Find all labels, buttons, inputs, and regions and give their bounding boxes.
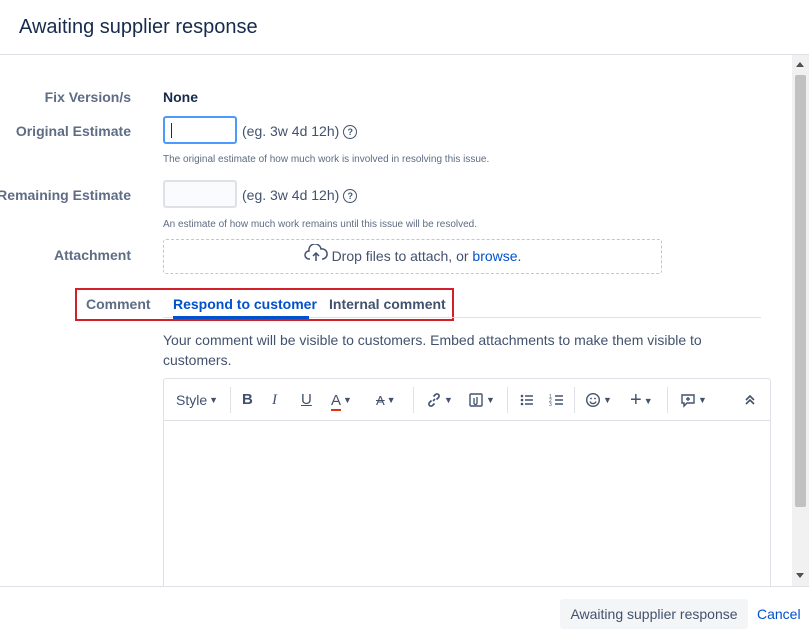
- fix-version-label: Fix Version/s: [44, 89, 131, 105]
- chevron-down-icon: ▼: [603, 395, 612, 405]
- attachment-label: Attachment: [53, 247, 131, 263]
- scrollbar[interactable]: [792, 55, 809, 586]
- numbered-list-icon[interactable]: 123: [549, 389, 565, 411]
- remaining-estimate-input[interactable]: [163, 180, 237, 208]
- upload-cloud-icon: [303, 241, 328, 274]
- dialog-content: Fix Version/s None Original Estimate (eg…: [0, 55, 792, 586]
- active-tab-indicator: [173, 316, 309, 319]
- chevron-down-icon: ▼: [486, 395, 495, 405]
- insert-icon[interactable]: + ▼: [630, 389, 653, 411]
- bullet-list-icon[interactable]: [519, 389, 535, 411]
- original-estimate-input[interactable]: [163, 116, 237, 144]
- chevron-down-icon: ▼: [343, 395, 352, 405]
- chevron-down-icon: ▼: [698, 395, 707, 405]
- comment-macro-icon[interactable]: ▼: [680, 389, 707, 411]
- chevron-down-icon: ▼: [643, 396, 653, 406]
- fix-version-value: None: [163, 89, 198, 105]
- editor-toolbar: Style ▼ B I U A ▼ A ▼ ▼ ▼ 123 ▼ + ▼ ▼: [164, 379, 770, 421]
- chevron-down-icon: ▼: [209, 395, 219, 405]
- original-estimate-hint: (eg. 3w 4d 12h)?: [242, 123, 358, 139]
- italic-icon[interactable]: I: [272, 389, 277, 411]
- style-dropdown[interactable]: Style ▼: [176, 389, 218, 411]
- help-icon[interactable]: ?: [343, 125, 358, 139]
- dialog-footer: Awaiting supplier response Cancel: [0, 586, 809, 640]
- remaining-estimate-label: Remaining Estimate: [0, 187, 131, 203]
- chevron-down-icon: ▼: [386, 395, 396, 405]
- comment-label: Comment: [86, 296, 151, 312]
- tab-respond-to-customer[interactable]: Respond to customer: [173, 296, 317, 312]
- chevron-down-icon: ▼: [444, 395, 453, 405]
- attachment-dropzone[interactable]: Drop files to attach, or browse.: [163, 239, 662, 274]
- help-icon[interactable]: ?: [343, 189, 358, 203]
- link-icon[interactable]: ▼: [426, 389, 453, 411]
- tab-internal-comment[interactable]: Internal comment: [329, 296, 446, 312]
- collapse-icon[interactable]: [744, 389, 756, 411]
- scroll-down-icon[interactable]: [796, 573, 804, 578]
- attachment-drop-text: Drop files to attach, or: [331, 248, 469, 264]
- cancel-button[interactable]: Cancel: [757, 599, 801, 629]
- text-color-icon[interactable]: A ▼: [331, 389, 352, 411]
- scrollbar-thumb[interactable]: [795, 75, 806, 507]
- comment-visibility-note: Your comment will be visible to customer…: [163, 332, 702, 368]
- original-estimate-description: The original estimate of how much work i…: [163, 154, 490, 165]
- dialog-header: Awaiting supplier response: [0, 0, 809, 55]
- bold-icon[interactable]: B: [242, 389, 253, 411]
- submit-button[interactable]: Awaiting supplier response: [560, 599, 748, 629]
- svg-text:3: 3: [549, 402, 552, 408]
- emoji-icon[interactable]: ▼: [585, 389, 612, 411]
- underline-icon[interactable]: U: [301, 389, 312, 411]
- comment-editor[interactable]: Style ▼ B I U A ▼ A ▼ ▼ ▼ 123 ▼ + ▼ ▼: [163, 378, 771, 586]
- original-estimate-label: Original Estimate: [15, 123, 131, 139]
- attachment-icon[interactable]: ▼: [468, 389, 495, 411]
- scroll-up-icon[interactable]: [796, 62, 804, 67]
- remaining-estimate-description: An estimate of how much work remains unt…: [163, 219, 478, 230]
- remaining-estimate-hint: (eg. 3w 4d 12h)?: [242, 187, 358, 203]
- browse-link[interactable]: browse.: [472, 248, 521, 264]
- text-format-icon[interactable]: A ▼: [376, 389, 396, 411]
- dialog-title: Awaiting supplier response: [19, 16, 258, 38]
